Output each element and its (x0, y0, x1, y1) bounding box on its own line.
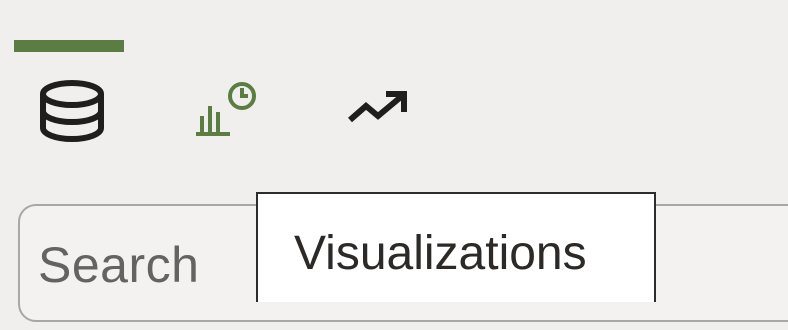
tooltip: Visualizations (256, 192, 656, 302)
tooltip-label: Visualizations (294, 227, 587, 280)
search-placeholder: Search (38, 237, 200, 293)
database-icon[interactable] (36, 78, 108, 144)
visualizations-icon[interactable] (190, 78, 264, 140)
trend-arrow-icon[interactable] (344, 86, 414, 130)
panel-header: Search Visualizations (0, 0, 788, 330)
active-tab-indicator (14, 40, 124, 52)
